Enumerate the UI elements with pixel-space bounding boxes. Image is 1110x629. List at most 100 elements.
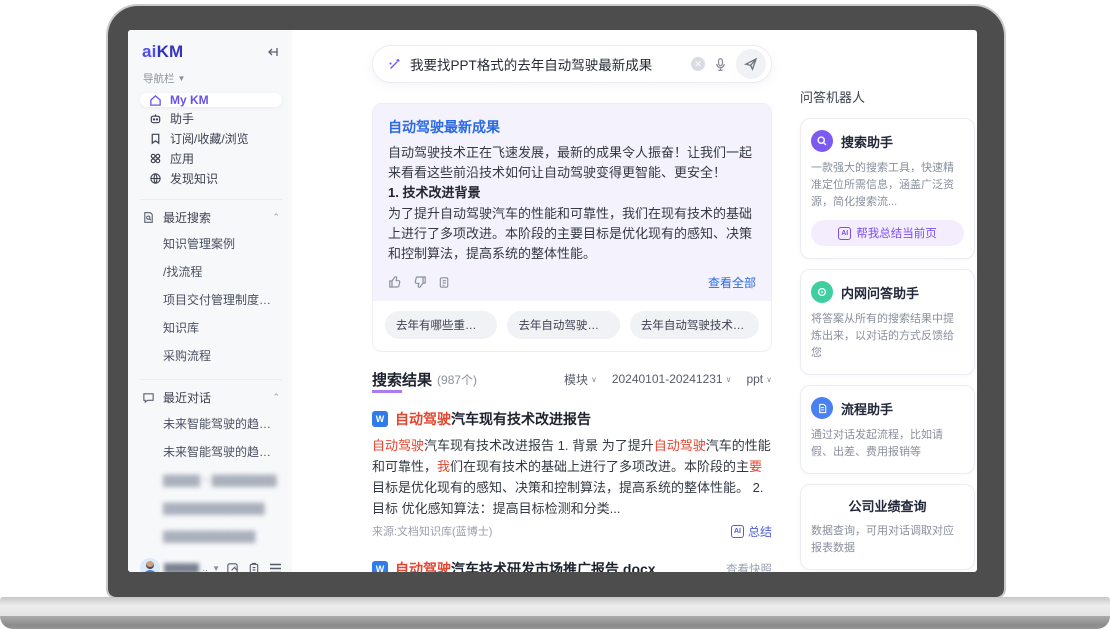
bot-description: 通过对话发起流程，比如请假、出差、费用报销等 bbox=[811, 427, 964, 461]
word-doc-icon: W bbox=[372, 561, 388, 572]
suggestion-chips: 去年有哪些重要的自动... 去年自动驾驶领域有哪... 去年自动驾驶技术的最新成… bbox=[373, 301, 771, 351]
main-content: 我要找PPT格式的去年自动驾驶最新成果 ✕ 自动驾驶最新成果 自动驾驶技术正在飞… bbox=[372, 30, 772, 572]
recent-search-header[interactable]: 最近搜索 ⌃ bbox=[140, 204, 282, 230]
sidebar-item-assistant[interactable]: 助手 bbox=[140, 110, 282, 127]
recent-chat-item[interactable]: 未来智能驾驶的趋势是... bbox=[140, 410, 282, 438]
recent-chat-section: 最近对话 ⌃ 未来智能驾驶的趋势是... 未来智能驾驶的趋势是... ▇▇▇▇－… bbox=[140, 379, 282, 550]
summary-paragraph: 自动驾驶技术正在飞速发展，最新的成果令人振奋！让我们一起来看看这些前沿技术如何让… bbox=[388, 143, 756, 183]
user-name: ▇▇▇▇▇ bbox=[164, 563, 199, 573]
sidebar-item-discover[interactable]: 发现知识 bbox=[140, 170, 282, 187]
avatar[interactable] bbox=[140, 558, 160, 572]
app-window: aiKM 导航栏▼ My KM 助手 订阅/收藏/浏览 应用 bbox=[128, 30, 977, 572]
doc-search-icon bbox=[142, 211, 155, 224]
summarize-button[interactable]: AI总结 bbox=[731, 523, 772, 540]
menu-icon[interactable] bbox=[269, 563, 282, 573]
sidebar-item-subscriptions[interactable]: 订阅/收藏/浏览 bbox=[140, 130, 282, 147]
result-title-link[interactable]: 自动驾驶汽车现有技术改进报告 bbox=[395, 409, 591, 429]
view-all-link[interactable]: 查看全部 bbox=[708, 274, 756, 291]
laptop-base bbox=[0, 597, 1110, 616]
recent-search-item[interactable]: 项目交付管理制度关于... bbox=[140, 286, 282, 314]
mic-icon[interactable] bbox=[713, 57, 728, 72]
chevron-down-icon: ∨ bbox=[591, 375, 597, 384]
recent-search-item[interactable]: 采购流程 bbox=[140, 342, 282, 370]
caret-down-icon: ▼ bbox=[178, 74, 186, 83]
chevron-down-icon: ∨ bbox=[766, 375, 772, 384]
suggestion-chip[interactable]: 去年自动驾驶技术的最新成... bbox=[630, 311, 759, 339]
suggestion-chip[interactable]: 去年有哪些重要的自动... bbox=[385, 311, 497, 339]
recent-search-item[interactable]: 知识库 bbox=[140, 314, 282, 342]
sidebar-collapse-icon[interactable] bbox=[266, 45, 280, 59]
assistant-panel: 问答机器人 搜索助手 一款强大的搜索工具，快速精准定位所需信息，涵盖广泛资源，简… bbox=[800, 30, 975, 572]
search-bot-icon bbox=[811, 130, 833, 152]
wand-icon bbox=[387, 57, 402, 72]
recent-chat-item-redacted[interactable]: ▇▇▇▇▇▇▇▇▇▇▇ bbox=[140, 494, 282, 522]
chevron-down-icon: ∨ bbox=[726, 375, 732, 384]
bot-card-intranet-qa[interactable]: 内网问答助手 将答案从所有的搜索结果中提炼出来，以对话的方式反馈给您 bbox=[800, 269, 975, 375]
bot-description: 一款强大的搜索工具，快速精准定位所需信息，涵盖广泛资源，简化搜索流... bbox=[811, 160, 964, 211]
qa-bot-icon bbox=[811, 281, 833, 303]
search-bar[interactable]: 我要找PPT格式的去年自动驾驶最新成果 ✕ bbox=[372, 45, 772, 83]
assistant-panel-title: 问答机器人 bbox=[800, 87, 975, 106]
recent-search-section: 最近搜索 ⌃ 知识管理案例 /找流程 项目交付管理制度关于... 知识库 采购流… bbox=[140, 199, 282, 370]
sidebar-item-apps[interactable]: 应用 bbox=[140, 150, 282, 167]
results-count: (987个) bbox=[437, 371, 477, 388]
flow-bot-icon bbox=[811, 397, 833, 419]
summary-paragraph: 为了提升自动驾驶汽车的性能和可靠性，我们在现有技术的基础上进行了多项改进。本阶段… bbox=[388, 204, 756, 264]
chat-icon bbox=[142, 391, 155, 404]
send-icon[interactable] bbox=[736, 49, 766, 79]
result-snippet: 自动驾驶汽车现有技术改进报告 1. 背景 为了提升自动驾驶汽车的性能和可靠性，我… bbox=[372, 435, 772, 519]
note-icon[interactable] bbox=[226, 562, 239, 573]
recent-chat-item-redacted[interactable]: ▇▇▇▇▇▇▇▇▇▇ bbox=[140, 522, 282, 550]
summary-title: 自动驾驶最新成果 bbox=[388, 117, 756, 137]
chevron-up-icon: ⌃ bbox=[272, 392, 280, 403]
apps-icon bbox=[149, 152, 162, 165]
filter-date-range[interactable]: 20240101-20241231∨ bbox=[612, 372, 732, 386]
ai-icon: AI bbox=[838, 227, 851, 240]
results-header: 搜索结果 (987个) 模块∨ 20240101-20241231∨ ppt∨ bbox=[372, 369, 772, 390]
caret-down-icon[interactable]: ▼ bbox=[212, 564, 220, 573]
summarize-page-button[interactable]: AI 帮我总结当前页 bbox=[811, 220, 964, 246]
globe-icon bbox=[149, 172, 162, 185]
ai-icon: AI bbox=[731, 525, 744, 538]
copy-icon[interactable] bbox=[438, 276, 451, 289]
recent-search-item[interactable]: 知识管理案例 bbox=[140, 230, 282, 258]
chevron-up-icon: ⌃ bbox=[272, 212, 280, 223]
suggestion-chip[interactable]: 去年自动驾驶领域有哪... bbox=[507, 311, 619, 339]
laptop-mockup: aiKM 导航栏▼ My KM 助手 订阅/收藏/浏览 应用 bbox=[0, 0, 1110, 629]
sidebar: aiKM 导航栏▼ My KM 助手 订阅/收藏/浏览 应用 bbox=[128, 30, 292, 572]
filter-module[interactable]: 模块∨ bbox=[564, 371, 597, 388]
nav-section-label[interactable]: 导航栏▼ bbox=[143, 71, 282, 86]
robot-icon bbox=[149, 112, 162, 125]
recent-chat-header[interactable]: 最近对话 ⌃ bbox=[140, 384, 282, 410]
search-result: W 自动驾驶汽车技术研发市场推广报告.docx 查看快照 自动驾驶汽车技术研发市… bbox=[372, 559, 772, 572]
bookmark-icon bbox=[149, 132, 162, 145]
bot-card-workflow[interactable]: 流程助手 通过对话发起流程，比如请假、出差、费用报销等 bbox=[800, 385, 975, 474]
view-snapshot-link[interactable]: 查看快照 bbox=[726, 561, 772, 572]
thumbs-down-icon[interactable] bbox=[413, 275, 427, 289]
user-bar: ▇▇▇▇▇ .. ▼ bbox=[140, 550, 282, 572]
ai-summary-container: 自动驾驶最新成果 自动驾驶技术正在飞速发展，最新的成果令人振奋！让我们一起来看看… bbox=[372, 103, 772, 352]
word-doc-icon: W bbox=[372, 411, 388, 427]
bot-description: 数据查询，可用对话调取对应报表数据 bbox=[811, 523, 964, 557]
search-result: W 自动驾驶汽车现有技术改进报告 自动驾驶汽车现有技术改进报告 1. 背景 为了… bbox=[372, 409, 772, 540]
bot-card-search-assistant[interactable]: 搜索助手 一款强大的搜索工具，快速精准定位所需信息，涵盖广泛资源，简化搜索流..… bbox=[800, 118, 975, 259]
home-icon bbox=[149, 94, 162, 107]
ai-summary-card: 自动驾驶最新成果 自动驾驶技术正在飞速发展，最新的成果令人振奋！让我们一起来看看… bbox=[373, 104, 771, 301]
recent-chat-item-redacted[interactable]: ▇▇▇▇－▇▇▇▇▇▇▇ bbox=[140, 466, 282, 494]
result-source: 来源:文档知识库(蓝博士) bbox=[372, 523, 492, 539]
bot-card-company-performance[interactable]: 公司业绩查询 数据查询，可用对话调取对应报表数据 bbox=[800, 484, 975, 570]
bot-description: 将答案从所有的搜索结果中提炼出来，以对话的方式反馈给您 bbox=[811, 311, 964, 362]
filter-file-type[interactable]: ppt∨ bbox=[746, 372, 772, 386]
recent-search-item[interactable]: /找流程 bbox=[140, 258, 282, 286]
summary-subtitle: 1. 技术改进背景 bbox=[388, 183, 756, 204]
results-title: 搜索结果 bbox=[372, 369, 432, 390]
app-logo: aiKM bbox=[142, 42, 183, 62]
sidebar-item-my-km[interactable]: My KM bbox=[140, 93, 282, 107]
thumbs-up-icon[interactable] bbox=[388, 275, 402, 289]
result-title-link[interactable]: 自动驾驶汽车技术研发市场推广报告.docx bbox=[395, 559, 656, 572]
recent-chat-item[interactable]: 未来智能驾驶的趋势是... bbox=[140, 438, 282, 466]
clipboard-icon[interactable] bbox=[248, 562, 260, 573]
search-input[interactable]: 我要找PPT格式的去年自动驾驶最新成果 bbox=[410, 54, 683, 74]
clear-icon[interactable]: ✕ bbox=[691, 57, 705, 71]
laptop-base-edge bbox=[0, 616, 1110, 629]
